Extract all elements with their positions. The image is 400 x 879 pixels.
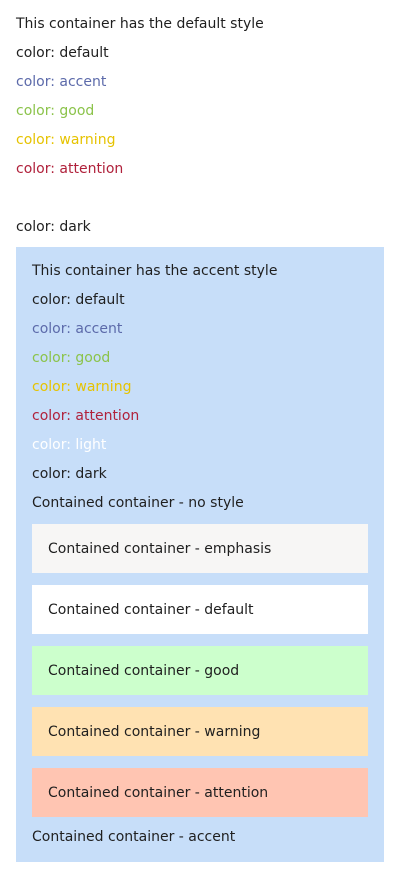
contained-accent-label: Contained container - accent xyxy=(32,829,236,845)
default-style-container: This container has the default style col… xyxy=(0,0,400,862)
contained-emphasis-label: Contained container - emphasis xyxy=(48,540,272,557)
accent-container-color-attention: color: attention xyxy=(32,408,140,424)
contained-attention-label: Contained container - attention xyxy=(48,784,269,801)
default-container-heading: This container has the default style xyxy=(16,16,264,32)
default-container-color-good: color: good xyxy=(16,103,95,119)
card-page: This container has the default style col… xyxy=(0,0,400,879)
accent-container-color-good: color: good xyxy=(32,350,111,366)
contained-warning: Contained container - warning xyxy=(32,707,368,756)
accent-container-color-default: color: default xyxy=(32,292,125,308)
accent-container-color-warning: color: warning xyxy=(32,379,132,395)
default-container-color-accent: color: accent xyxy=(16,74,107,90)
default-container-color-warning: color: warning xyxy=(16,132,116,148)
contained-emphasis: Contained container - emphasis xyxy=(32,524,368,573)
accent-container-color-dark: color: dark xyxy=(32,466,107,482)
default-container-color-attention: color: attention xyxy=(16,161,124,177)
contained-good: Contained container - good xyxy=(32,646,368,695)
contained-attention: Contained container - attention xyxy=(32,768,368,817)
accent-container-heading: This container has the accent style xyxy=(32,263,278,279)
default-container-color-default: color: default xyxy=(16,45,109,61)
contained-no-style-label: Contained container - no style xyxy=(32,495,244,511)
accent-container-color-light: color: light xyxy=(32,437,107,453)
contained-good-label: Contained container - good xyxy=(48,662,240,679)
accent-container-color-accent: color: accent xyxy=(32,321,123,337)
default-container-color-dark: color: dark xyxy=(16,219,91,235)
accent-style-container: This container has the accent style colo… xyxy=(16,247,384,862)
contained-default-label: Contained container - default xyxy=(48,601,254,618)
contained-warning-label: Contained container - warning xyxy=(48,723,261,740)
contained-containers-list: Contained container - emphasis Contained… xyxy=(32,524,368,817)
contained-default: Contained container - default xyxy=(32,585,368,634)
default-container-color-light-hidden xyxy=(16,184,384,213)
